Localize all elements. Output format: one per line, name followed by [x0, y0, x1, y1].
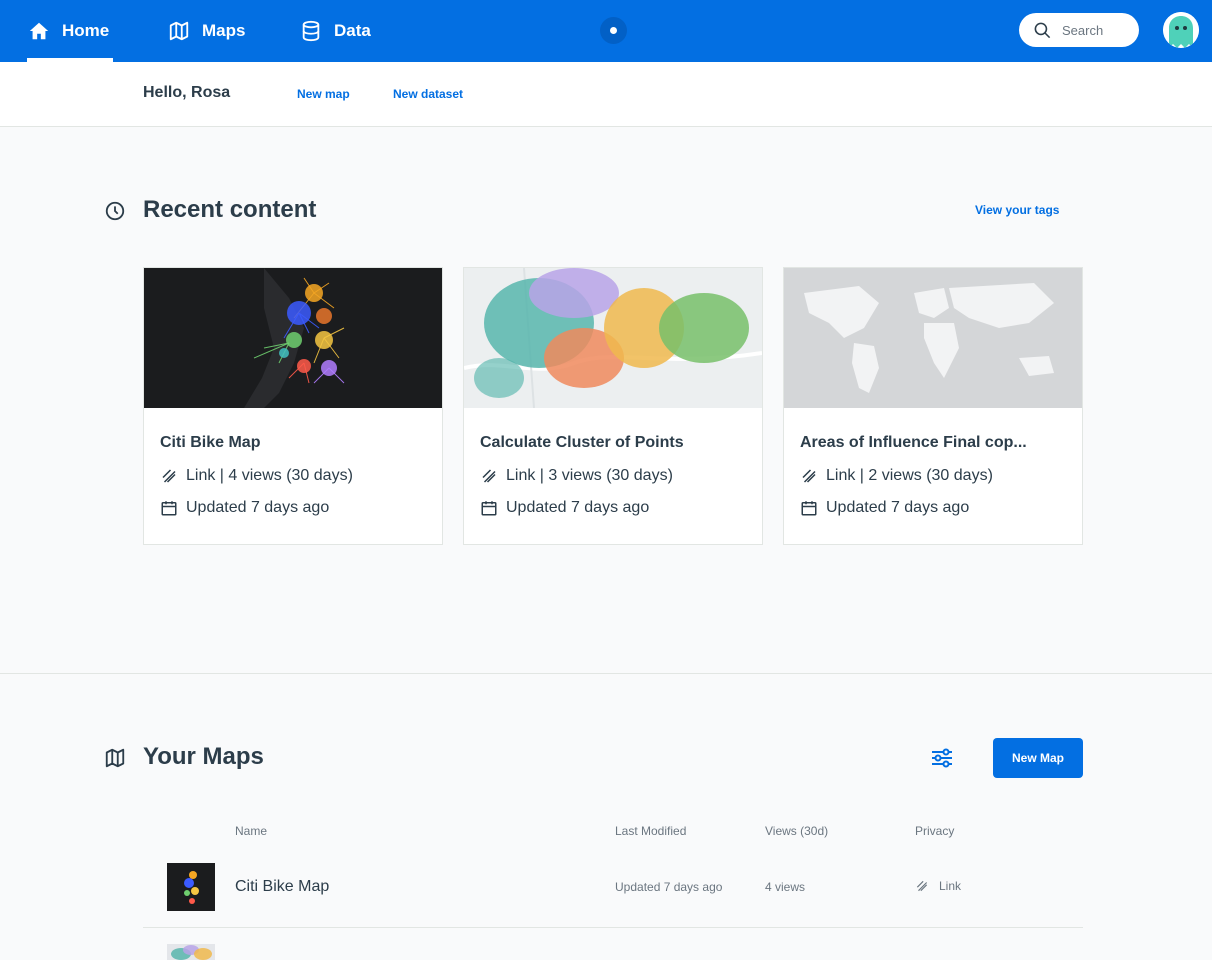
nav-item-maps[interactable]: Maps: [168, 0, 245, 62]
link-icon: [802, 469, 816, 483]
avatar[interactable]: [1163, 12, 1199, 48]
views-count: 4 views: [765, 880, 806, 894]
card-privacy-views-text: Link | 4 views (30 days): [186, 467, 353, 484]
calendar-icon: [801, 501, 817, 516]
nav-item-label: Home: [62, 21, 110, 40]
card-title: Calculate Cluster of Points: [480, 434, 684, 451]
map-thumbnail: [784, 268, 1082, 408]
link-icon: [916, 880, 928, 892]
nav-item-home[interactable]: Home: [27, 0, 113, 62]
card-privacy-views-text: Link | 2 views (30 days): [826, 467, 993, 484]
link-icon: [482, 469, 496, 483]
content-card[interactable]: Citi Bike Map Link | 4 views (30 days) U…: [143, 267, 443, 545]
ghost-avatar-icon: [1163, 12, 1199, 48]
map-icon: [169, 21, 189, 41]
map-thumbnail: [167, 944, 215, 960]
privacy-cell: Link: [915, 879, 961, 893]
database-icon: [302, 20, 320, 42]
view-tags-link[interactable]: View your tags: [975, 203, 1059, 217]
card-updated-text: Updated 7 days ago: [186, 499, 330, 516]
card-title: Citi Bike Map: [160, 434, 261, 451]
card-title: Areas of Influence Final cop...: [800, 434, 1027, 451]
calendar-icon: [481, 501, 497, 516]
card-updated: Updated 7 days ago: [480, 499, 649, 517]
top-navigation: Home Maps Data Search: [0, 0, 1212, 62]
nav-item-data[interactable]: Data: [300, 0, 371, 62]
new-map-button[interactable]: New Map: [993, 738, 1083, 778]
content-card[interactable]: Calculate Cluster of Points Link | 3 vie…: [463, 267, 763, 545]
home-icon: [29, 22, 49, 40]
card-updated: Updated 7 days ago: [160, 499, 329, 517]
section-divider: [0, 673, 1212, 674]
privacy-label: Link: [939, 879, 962, 893]
column-header-views[interactable]: Views (30d): [765, 824, 828, 838]
content-card[interactable]: Areas of Influence Final cop... Link | 2…: [783, 267, 1083, 545]
nav-item-label: Data: [334, 21, 371, 40]
greeting: Hello, Rosa: [143, 84, 231, 101]
map-thumbnail: [144, 268, 442, 408]
map-icon: [105, 748, 125, 768]
notification-dot-button[interactable]: [600, 17, 627, 44]
new-map-link[interactable]: New map: [297, 87, 350, 101]
card-privacy-views: Link | 2 views (30 days): [800, 467, 993, 485]
card-privacy-views: Link | 4 views (30 days): [160, 467, 353, 485]
your-maps-title: Your Maps: [143, 743, 264, 770]
filter-icon[interactable]: [928, 744, 956, 772]
column-header-name[interactable]: Name: [235, 824, 267, 838]
card-updated-text: Updated 7 days ago: [826, 499, 970, 516]
subheader: Hello, Rosa New map New dataset: [0, 62, 1212, 127]
column-header-privacy[interactable]: Privacy: [915, 824, 954, 838]
nav-item-label: Maps: [202, 21, 246, 40]
search-icon: [1034, 22, 1051, 38]
card-privacy-views: Link | 3 views (30 days): [480, 467, 673, 485]
map-name[interactable]: Citi Bike Map: [235, 878, 329, 896]
card-privacy-views-text: Link | 3 views (30 days): [506, 467, 673, 484]
search-placeholder: Search: [1062, 22, 1104, 38]
clock-icon: [105, 201, 125, 221]
card-updated: Updated 7 days ago: [800, 499, 969, 517]
table-row[interactable]: Citi Bike Map Updated 7 days ago 4 views…: [143, 848, 1083, 928]
new-dataset-link[interactable]: New dataset: [393, 87, 463, 101]
recent-content-title: Recent content: [143, 196, 317, 223]
column-header-last-modified[interactable]: Last Modified: [615, 824, 686, 838]
map-thumbnail: [167, 863, 215, 911]
map-thumbnail: [464, 268, 762, 408]
search-input[interactable]: Search: [1019, 13, 1139, 47]
link-icon: [162, 469, 176, 483]
calendar-icon: [161, 501, 177, 516]
last-modified: Updated 7 days ago: [615, 880, 723, 894]
card-updated-text: Updated 7 days ago: [506, 499, 650, 516]
